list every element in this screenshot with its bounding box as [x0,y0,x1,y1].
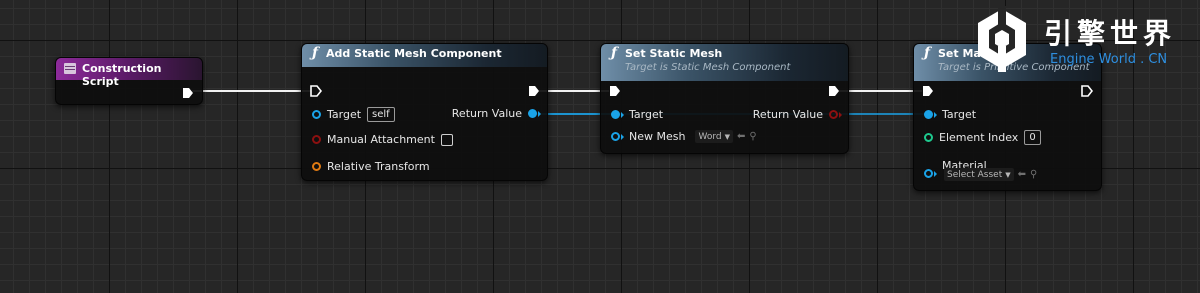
exec-out-pin[interactable] [1081,85,1093,97]
exec-in-pin[interactable] [310,85,322,97]
pin-arrow-icon [934,111,937,118]
manual-attachment-pin-row[interactable]: Manual Attachment [312,133,453,146]
new-mesh-asset-picker[interactable]: Word ▼ [695,130,733,143]
set-static-mesh-header: ƒ Set Static Mesh Target is Static Mesh … [601,44,848,81]
element-index-pin[interactable] [924,133,933,142]
target-value[interactable]: self [367,107,395,122]
exec-in-pin[interactable] [609,85,621,97]
construction-script-header: Construction Script [56,58,202,88]
return-value-label: Return Value [451,107,522,120]
material-pin[interactable] [924,169,933,178]
material-asset-picker[interactable]: Select Asset ▼ [944,168,1014,181]
manual-attachment-label: Manual Attachment [327,133,435,146]
target-pin[interactable] [924,110,933,119]
return-value-label: Return Value [752,108,823,121]
element-index-label: Element Index [939,131,1019,144]
element-index-pin-row[interactable]: Element Index 0 [924,130,1041,145]
logo-english-text: Engine World . CN [1050,52,1168,67]
pin-arrow-icon [538,110,541,117]
material-asset-row[interactable]: Select Asset ▼ ⬅ ⚲ [944,168,1037,181]
pin-arrow-icon [934,170,937,177]
add-static-mesh-component-node[interactable]: ƒ Add Static Mesh Component Target self … [301,43,548,181]
new-mesh-value: Word [698,131,722,142]
return-value-pin-row[interactable]: Return Value [753,108,842,121]
pin-arrow-icon [839,111,842,118]
search-icon[interactable]: ⚲ [749,131,756,142]
element-index-value[interactable]: 0 [1024,130,1041,145]
target-label: Target [629,108,664,121]
exec-out-pin[interactable] [182,87,194,99]
target-pin[interactable] [312,110,321,119]
target-label: Target [942,108,977,121]
exec-out-pin[interactable] [528,85,540,97]
exec-in-pin[interactable] [922,85,934,97]
target-pin-row[interactable]: Target self [312,107,395,122]
chevron-down-icon: ▼ [1005,170,1011,179]
node-title: Add Static Mesh Component [326,47,502,60]
chevron-down-icon: ▼ [724,132,730,141]
target-pin[interactable] [611,110,620,119]
function-icon: ƒ [312,45,319,61]
new-mesh-pin[interactable] [611,132,620,141]
construction-script-node[interactable]: Construction Script [55,57,203,105]
relative-transform-label: Relative Transform [327,160,430,173]
material-value: Select Asset [947,169,1003,180]
relative-transform-pin-row[interactable]: Relative Transform [312,160,430,173]
return-value-pin-row[interactable]: Return Value [452,107,541,120]
set-static-mesh-node[interactable]: ƒ Set Static Mesh Target is Static Mesh … [600,43,849,154]
event-graph-icon [64,63,76,74]
arrow-left-icon[interactable]: ⬅ [1018,169,1026,180]
manual-attachment-checkbox[interactable] [440,133,453,146]
return-value-pin[interactable] [528,109,537,118]
manual-attachment-pin[interactable] [312,135,321,144]
target-label: Target [327,108,362,121]
logo-chinese-text: 引擎世界 [1044,17,1177,50]
construction-script-title: Construction Script [82,62,162,88]
pin-arrow-icon [621,133,624,140]
new-mesh-pin-row[interactable]: New Mesh Word ▼ ⬅ ⚲ [611,130,757,143]
return-value-pin[interactable] [829,110,838,119]
target-pin-row[interactable]: Target [924,108,976,121]
target-pin-row[interactable]: Target [611,108,663,121]
pin-arrow-icon [621,111,624,118]
search-icon[interactable]: ⚲ [1030,169,1037,180]
add-static-mesh-component-header: ƒ Add Static Mesh Component [302,44,547,67]
exec-out-pin[interactable] [828,85,840,97]
relative-transform-pin[interactable] [312,162,321,171]
new-mesh-label: New Mesh [629,130,686,143]
node-subtitle: Target is Static Mesh Component [625,62,791,73]
node-title: Set Static Mesh [625,47,723,60]
engine-world-watermark: 引擎世界 Engine World . CN [974,6,1200,72]
function-icon: ƒ [924,45,931,61]
function-icon: ƒ [611,45,618,61]
engine-world-logo-icon [978,6,1026,72]
arrow-left-icon[interactable]: ⬅ [737,131,745,142]
